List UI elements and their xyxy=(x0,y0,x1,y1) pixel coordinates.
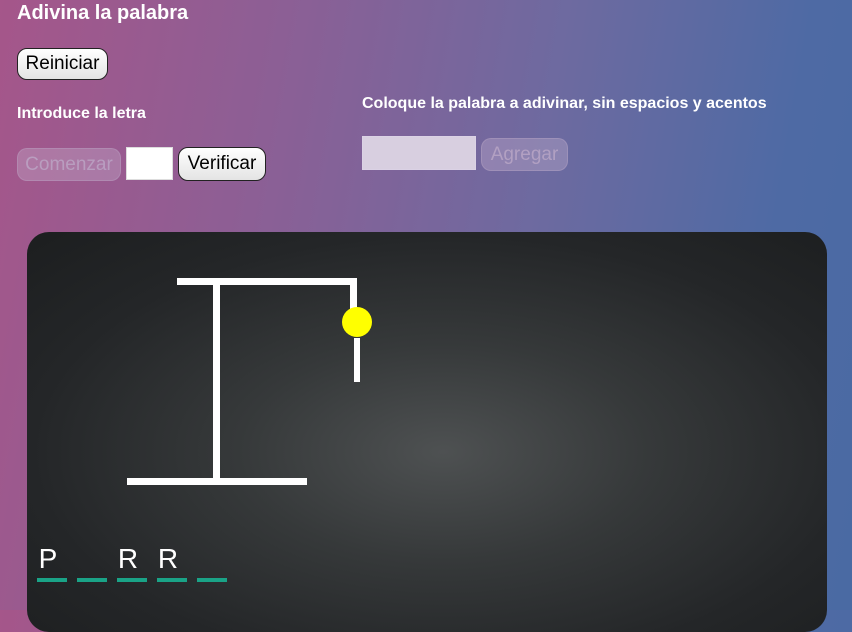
enter-letter-label: Introduce la letra xyxy=(17,105,146,122)
slot-underline xyxy=(117,578,147,582)
slot-underline xyxy=(77,578,107,582)
word-slots: P R R xyxy=(37,540,237,582)
hangman-body xyxy=(354,338,360,382)
start-button[interactable]: Comenzar xyxy=(17,148,121,181)
hangman-head xyxy=(342,307,372,337)
slot-underline xyxy=(37,578,67,582)
reset-button[interactable]: Reiniciar xyxy=(17,48,108,80)
letter-slot: R xyxy=(157,540,187,582)
add-button[interactable]: Agregar xyxy=(481,138,568,171)
slot-letter: R xyxy=(117,543,139,574)
letter-input[interactable] xyxy=(126,147,173,180)
slot-underline xyxy=(157,578,187,582)
gallows-beam xyxy=(177,278,357,285)
slot-underline xyxy=(197,578,227,582)
slot-letter: R xyxy=(157,543,179,574)
letter-slot: P xyxy=(37,540,67,582)
enter-word-label: Coloque la palabra a adivinar, sin espac… xyxy=(362,95,767,112)
letter-slot: R xyxy=(117,540,147,582)
gallows-post xyxy=(213,282,220,482)
word-input[interactable] xyxy=(362,136,476,170)
verify-button[interactable]: Verificar xyxy=(178,147,266,181)
slot-letter: P xyxy=(38,543,58,574)
game-board: P R R xyxy=(27,232,827,632)
page-title: Adivina la palabra xyxy=(17,2,189,24)
gallows-rope xyxy=(350,278,357,310)
letter-slot xyxy=(77,540,107,582)
letter-slot xyxy=(197,540,227,582)
